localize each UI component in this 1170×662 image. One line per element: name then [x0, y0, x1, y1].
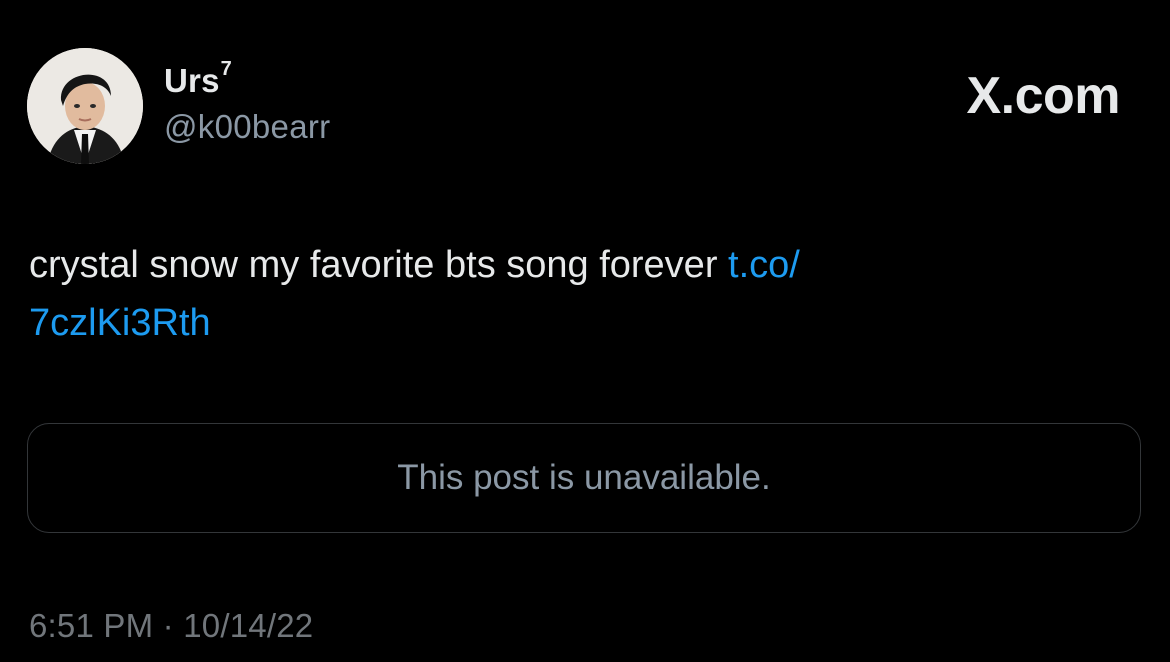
unavailable-message: This post is unavailable. — [397, 458, 771, 497]
author-handle[interactable]: @k00bearr — [164, 108, 330, 146]
avatar[interactable] — [27, 48, 143, 164]
x-logo: X.com — [966, 67, 1120, 125]
avatar-photo — [27, 48, 143, 164]
timestamp-time: 6:51 PM — [29, 607, 154, 644]
tweet-timestamp[interactable]: 6:51 PM · 10/14/22 — [29, 607, 313, 645]
timestamp-date: 10/14/22 — [183, 607, 314, 644]
tweet-text: crystal snow my favorite bts song foreve… — [29, 236, 1129, 352]
quote-card-unavailable: This post is unavailable. — [27, 423, 1141, 533]
author-name[interactable]: Urs7 — [164, 58, 232, 100]
author-name-superscript: 7 — [220, 58, 232, 80]
tweet-body: crystal snow my favorite bts song foreve… — [29, 244, 729, 286]
timestamp-separator: · — [162, 607, 174, 644]
